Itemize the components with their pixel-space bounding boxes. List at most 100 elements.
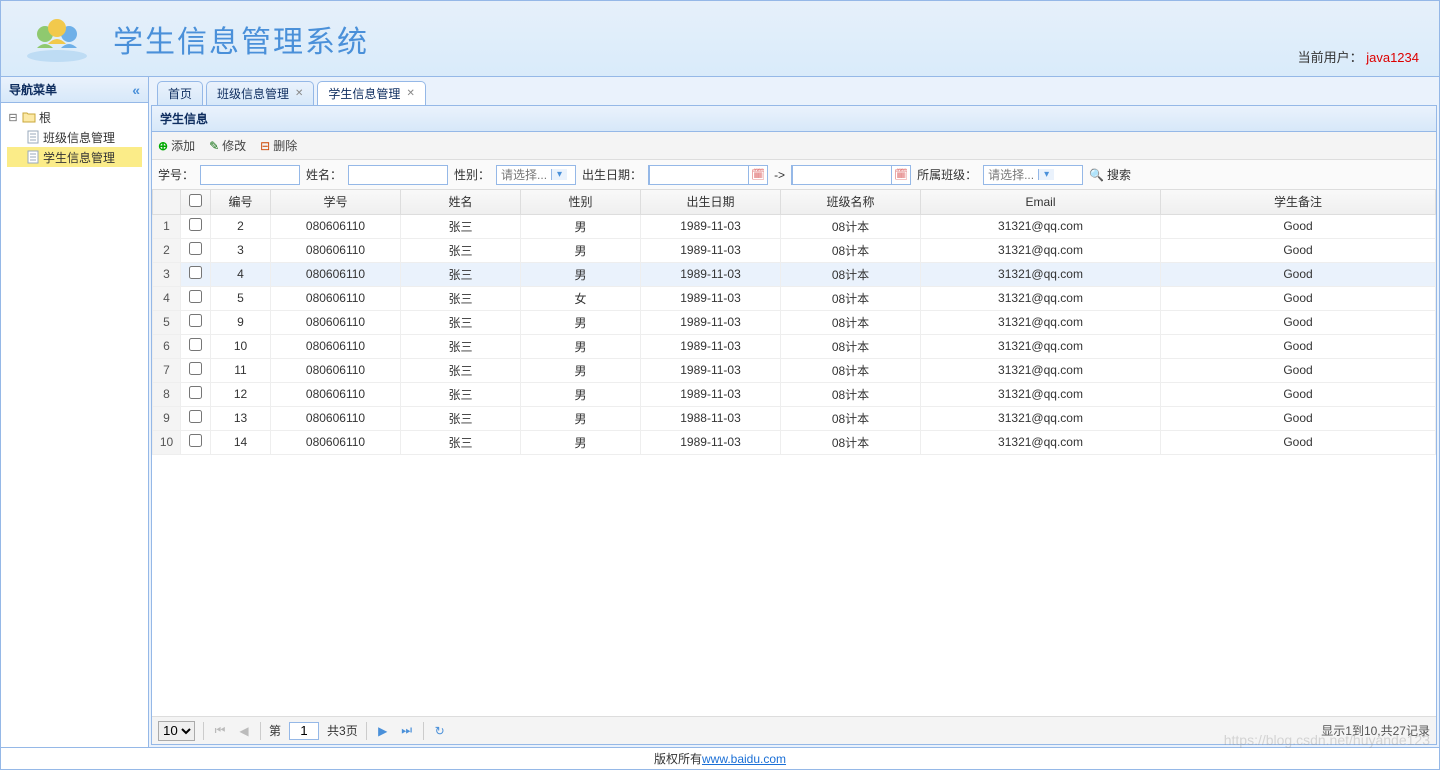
table-row[interactable]: 34080606110张三男1989-11-0308计本31321@qq.com… xyxy=(153,262,1436,286)
cell-name: 张三 xyxy=(401,334,521,358)
sidebar-item-student-mgmt[interactable]: 学生信息管理 xyxy=(7,147,142,167)
prev-page-button[interactable]: ◀ xyxy=(236,724,252,738)
col-class[interactable]: 班级名称 xyxy=(781,190,921,214)
row-number: 4 xyxy=(153,286,181,310)
col-name[interactable]: 姓名 xyxy=(401,190,521,214)
table-row[interactable]: 23080606110张三男1989-11-0308计本31321@qq.com… xyxy=(153,238,1436,262)
cell-sno: 080606110 xyxy=(271,238,401,262)
cell-gender: 男 xyxy=(521,382,641,406)
tree-collapse-icon[interactable]: ⊟ xyxy=(7,111,19,124)
cell-remark: Good xyxy=(1161,406,1436,430)
cell-email: 31321@qq.com xyxy=(921,382,1161,406)
page-info: 显示1到10,共27记录 xyxy=(1321,722,1430,739)
cell-email: 31321@qq.com xyxy=(921,430,1161,454)
search-bar: 学号： 姓名： 性别： 请选择... ▾ 出生日期： 🗓 -> xyxy=(152,160,1436,190)
close-icon[interactable]: ✕ xyxy=(406,88,414,99)
main-area: 首页 班级信息管理✕ 学生信息管理✕ 学生信息 ⊕ 添加 ✎ 修改 ⊟ xyxy=(149,77,1439,747)
cell-remark: Good xyxy=(1161,214,1436,238)
cell-birth: 1989-11-03 xyxy=(641,334,781,358)
table-row[interactable]: 12080606110张三男1989-11-0308计本31321@qq.com… xyxy=(153,214,1436,238)
app-logo-icon xyxy=(21,13,93,65)
cell-name: 张三 xyxy=(401,238,521,262)
delete-button[interactable]: ⊟ 删除 xyxy=(260,137,297,154)
row-number: 2 xyxy=(153,238,181,262)
row-checkbox[interactable] xyxy=(189,362,202,375)
col-email[interactable]: Email xyxy=(921,190,1161,214)
row-checkbox[interactable] xyxy=(189,290,202,303)
cell-email: 31321@qq.com xyxy=(921,310,1161,334)
table-row[interactable]: 711080606110张三男1989-11-0308计本31321@qq.co… xyxy=(153,358,1436,382)
tab-class-mgmt[interactable]: 班级信息管理✕ xyxy=(206,81,314,105)
gender-label: 性别： xyxy=(454,166,490,183)
edit-button[interactable]: ✎ 修改 xyxy=(209,137,246,154)
table-header-row: 编号 学号 姓名 性别 出生日期 班级名称 Email 学生备注 xyxy=(153,190,1436,214)
cell-class: 08计本 xyxy=(781,262,921,286)
birth-to-input[interactable]: 🗓 xyxy=(791,165,911,185)
birth-from-input[interactable]: 🗓 xyxy=(648,165,768,185)
row-checkbox[interactable] xyxy=(189,266,202,279)
table-row[interactable]: 1014080606110张三男1989-11-0308计本31321@qq.c… xyxy=(153,430,1436,454)
tab-home[interactable]: 首页 xyxy=(157,81,203,105)
footer-link[interactable]: www.baidu.com xyxy=(702,752,786,766)
col-id[interactable]: 编号 xyxy=(211,190,271,214)
cell-name: 张三 xyxy=(401,286,521,310)
row-number: 3 xyxy=(153,262,181,286)
sidebar-item-class-mgmt[interactable]: 班级信息管理 xyxy=(7,127,142,147)
search-button[interactable]: 🔍 搜索 xyxy=(1089,166,1131,183)
sno-label: 学号： xyxy=(158,166,194,183)
col-birth[interactable]: 出生日期 xyxy=(641,190,781,214)
col-gender[interactable]: 性别 xyxy=(521,190,641,214)
cell-class: 08计本 xyxy=(781,382,921,406)
cell-class: 08计本 xyxy=(781,286,921,310)
last-page-button[interactable]: ⏭ xyxy=(399,723,415,738)
table-row[interactable]: 913080606110张三男1988-11-0308计本31321@qq.co… xyxy=(153,406,1436,430)
row-number: 5 xyxy=(153,310,181,334)
chevron-down-icon: ▾ xyxy=(551,169,567,180)
select-all-checkbox[interactable] xyxy=(189,194,202,207)
row-checkbox[interactable] xyxy=(189,218,202,231)
cell-gender: 男 xyxy=(521,262,641,286)
close-icon[interactable]: ✕ xyxy=(295,88,303,99)
refresh-button[interactable]: ↻ xyxy=(432,724,448,738)
cell-remark: Good xyxy=(1161,334,1436,358)
row-checkbox[interactable] xyxy=(189,338,202,351)
first-page-button[interactable]: ⏮ xyxy=(212,723,228,738)
table-row[interactable]: 812080606110张三男1989-11-0308计本31321@qq.co… xyxy=(153,382,1436,406)
calendar-icon[interactable]: 🗓 xyxy=(892,168,910,181)
row-checkbox[interactable] xyxy=(189,434,202,447)
row-checkbox[interactable] xyxy=(189,410,202,423)
cell-gender: 男 xyxy=(521,238,641,262)
next-page-button[interactable]: ▶ xyxy=(375,724,391,738)
cell-email: 31321@qq.com xyxy=(921,406,1161,430)
table-row[interactable]: 45080606110张三女1989-11-0308计本31321@qq.com… xyxy=(153,286,1436,310)
cell-id: 4 xyxy=(211,262,271,286)
collapse-icon[interactable]: « xyxy=(132,82,140,98)
pencil-icon: ✎ xyxy=(209,139,219,153)
class-select[interactable]: 请选择... ▾ xyxy=(983,165,1083,185)
calendar-icon[interactable]: 🗓 xyxy=(749,168,767,181)
cell-name: 张三 xyxy=(401,262,521,286)
table-row[interactable]: 610080606110张三男1989-11-0308计本31321@qq.co… xyxy=(153,334,1436,358)
col-sno[interactable]: 学号 xyxy=(271,190,401,214)
cell-id: 13 xyxy=(211,406,271,430)
add-button[interactable]: ⊕ 添加 xyxy=(158,137,195,154)
gender-select[interactable]: 请选择... ▾ xyxy=(496,165,576,185)
name-input[interactable] xyxy=(348,165,448,185)
cell-sno: 080606110 xyxy=(271,262,401,286)
row-checkbox[interactable] xyxy=(189,386,202,399)
tree-root[interactable]: ⊟ 根 xyxy=(7,107,142,127)
cell-birth: 1989-11-03 xyxy=(641,214,781,238)
table-row[interactable]: 59080606110张三男1989-11-0308计本31321@qq.com… xyxy=(153,310,1436,334)
page-input[interactable] xyxy=(289,722,319,740)
cell-email: 31321@qq.com xyxy=(921,334,1161,358)
panel-title: 学生信息 xyxy=(152,106,1436,132)
col-remark[interactable]: 学生备注 xyxy=(1161,190,1436,214)
current-user: 当前用户： java1234 xyxy=(1298,47,1419,66)
cell-remark: Good xyxy=(1161,358,1436,382)
row-checkbox[interactable] xyxy=(189,314,202,327)
sno-input[interactable] xyxy=(200,165,300,185)
page-size-select[interactable]: 10 xyxy=(158,721,195,741)
row-checkbox[interactable] xyxy=(189,242,202,255)
tab-student-mgmt[interactable]: 学生信息管理✕ xyxy=(317,81,425,105)
cell-id: 10 xyxy=(211,334,271,358)
